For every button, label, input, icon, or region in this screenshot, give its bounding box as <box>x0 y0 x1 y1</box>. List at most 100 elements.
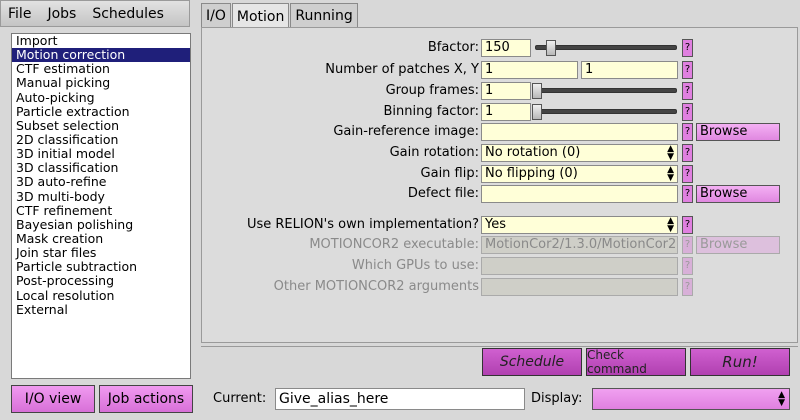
bfactor-row: Bfactor: 150 ? <box>202 39 799 57</box>
bfactor-slider[interactable] <box>531 39 681 57</box>
job-type-item[interactable]: Local resolution <box>12 288 190 303</box>
slider-track <box>535 88 677 93</box>
chevron-updown-icon: ▲ ▼ <box>667 216 674 234</box>
gain-reference-row: Gain-reference image: ? Browse <box>202 123 799 141</box>
job-type-item[interactable]: Subset selection <box>12 118 190 133</box>
job-actions-button[interactable]: Job actions <box>99 385 193 413</box>
io-view-button[interactable]: I/O view <box>11 385 95 413</box>
gain-flip-row: Gain flip: No flipping (0) ▲ ▼ ? <box>202 165 799 183</box>
browse-button: Browse <box>696 236 780 254</box>
job-type-item[interactable]: 2D classification <box>12 132 190 147</box>
help-button[interactable]: ? <box>682 39 693 57</box>
menu-schedules[interactable]: Schedules <box>85 6 173 22</box>
help-button[interactable]: ? <box>682 61 693 79</box>
slider-knob[interactable] <box>545 40 556 56</box>
current-alias-input[interactable]: Give_alias_here <box>275 388 525 410</box>
patches-label: Number of patches X, Y <box>325 62 479 77</box>
menu-file[interactable]: File <box>1 6 40 22</box>
motioncor-executable-row: MOTIONCOR2 executable: MotionCor2/1.3.0/… <box>202 236 799 254</box>
tab-bar: I/O Motion Running <box>201 3 359 29</box>
help-button[interactable]: ? <box>682 82 693 100</box>
motioncor-executable-label: MOTIONCOR2 executable: <box>309 237 479 252</box>
relion-implementation-value: Yes <box>485 217 506 232</box>
patches-row: Number of patches X, Y 1 1 ? <box>202 61 799 79</box>
help-button[interactable]: ? <box>682 103 693 121</box>
browse-button[interactable]: Browse <box>696 185 780 203</box>
help-button[interactable]: ? <box>682 216 693 234</box>
tab-io[interactable]: I/O <box>201 3 231 27</box>
help-button: ? <box>682 236 693 254</box>
gain-reference-input[interactable] <box>481 123 678 141</box>
job-type-item[interactable]: External <box>12 302 190 317</box>
job-type-item[interactable]: 3D auto-refine <box>12 175 190 189</box>
chevron-updown-icon: ▲ ▼ <box>778 390 785 408</box>
gpus-row: Which GPUs to use: ? <box>202 257 799 275</box>
binning-row: Binning factor: 1 ? <box>202 103 799 121</box>
gain-rotation-label: Gain rotation: <box>389 145 479 160</box>
current-label: Current: <box>213 391 267 406</box>
other-arguments-input <box>481 278 678 296</box>
job-type-item[interactable]: Bayesian polishing <box>12 217 190 232</box>
slider-track <box>535 45 677 50</box>
display-select[interactable]: ▲ ▼ <box>592 388 790 410</box>
patches-y-input[interactable]: 1 <box>581 61 678 79</box>
bfactor-label: Bfactor: <box>427 40 479 55</box>
slider-knob[interactable] <box>532 83 542 99</box>
browse-button[interactable]: Browse <box>696 123 780 141</box>
menu-jobs[interactable]: Jobs <box>40 6 85 22</box>
binning-slider[interactable] <box>531 103 681 121</box>
slider-track <box>535 109 677 114</box>
job-type-item-selected[interactable]: Motion correction <box>12 48 190 63</box>
job-type-item[interactable]: CTF estimation <box>12 62 190 76</box>
gpus-label: Which GPUs to use: <box>351 258 479 273</box>
binning-input[interactable]: 1 <box>481 103 531 121</box>
defect-file-row: Defect file: ? Browse <box>202 185 799 203</box>
job-type-item[interactable]: Manual picking <box>12 76 190 90</box>
job-type-item[interactable]: Particle subtraction <box>12 260 190 274</box>
run-button[interactable]: Run! <box>690 348 790 376</box>
job-type-item[interactable]: 3D initial model <box>12 147 190 161</box>
group-frames-input[interactable]: 1 <box>481 82 531 100</box>
help-button: ? <box>682 278 693 296</box>
gain-reference-label: Gain-reference image: <box>333 124 479 139</box>
slider-knob[interactable] <box>532 104 542 120</box>
tab-motion[interactable]: Motion <box>231 3 290 29</box>
job-type-item[interactable]: Particle extraction <box>12 104 190 119</box>
job-type-item[interactable]: 3D multi-body <box>12 189 190 204</box>
job-type-item[interactable]: 3D classification <box>12 161 190 175</box>
help-button[interactable]: ? <box>682 123 693 141</box>
relion-implementation-row: Use RELION's own implementation? Yes ▲ ▼ … <box>202 216 799 234</box>
help-button[interactable]: ? <box>682 144 693 162</box>
gain-rotation-value: No rotation (0) <box>485 145 581 160</box>
gain-rotation-select[interactable]: No rotation (0) ▲ ▼ <box>481 144 678 162</box>
help-button[interactable]: ? <box>682 185 693 203</box>
motioncor-executable-input: MotionCor2/1.3.0/MotionCor2 <box>481 236 678 254</box>
job-type-item[interactable]: Join star files <box>12 246 190 260</box>
tab-running[interactable]: Running <box>290 3 358 27</box>
job-type-item[interactable]: CTF refinement <box>12 203 190 218</box>
relion-implementation-select[interactable]: Yes ▲ ▼ <box>481 216 678 234</box>
job-type-item[interactable]: Import <box>12 33 190 48</box>
job-type-item[interactable]: Post-processing <box>12 274 190 288</box>
gain-rotation-row: Gain rotation: No rotation (0) ▲ ▼ ? <box>202 144 799 162</box>
gpus-input <box>481 257 678 275</box>
help-button: ? <box>682 257 693 275</box>
schedule-button[interactable]: Schedule <box>482 348 582 376</box>
help-button[interactable]: ? <box>682 165 693 183</box>
check-command-button[interactable]: Check command <box>586 348 686 376</box>
patches-x-input[interactable]: 1 <box>481 61 578 79</box>
group-frames-slider[interactable] <box>531 82 681 100</box>
gain-flip-value: No flipping (0) <box>485 166 578 181</box>
chevron-updown-icon: ▲ ▼ <box>667 144 674 162</box>
gain-flip-select[interactable]: No flipping (0) ▲ ▼ <box>481 165 678 183</box>
defect-file-input[interactable] <box>481 185 678 203</box>
gain-flip-label: Gain flip: <box>420 166 479 181</box>
job-type-item[interactable]: Mask creation <box>12 231 190 246</box>
chevron-updown-icon: ▲ ▼ <box>667 165 674 183</box>
job-type-item[interactable]: Auto-picking <box>12 90 190 105</box>
other-arguments-row: Other MOTIONCOR2 arguments ? <box>202 278 799 296</box>
binning-label: Binning factor: <box>383 104 479 119</box>
bfactor-input[interactable]: 150 <box>481 39 531 57</box>
job-type-list[interactable]: Import Motion correction CTF estimation … <box>11 33 191 379</box>
other-arguments-label: Other MOTIONCOR2 arguments <box>273 279 479 294</box>
